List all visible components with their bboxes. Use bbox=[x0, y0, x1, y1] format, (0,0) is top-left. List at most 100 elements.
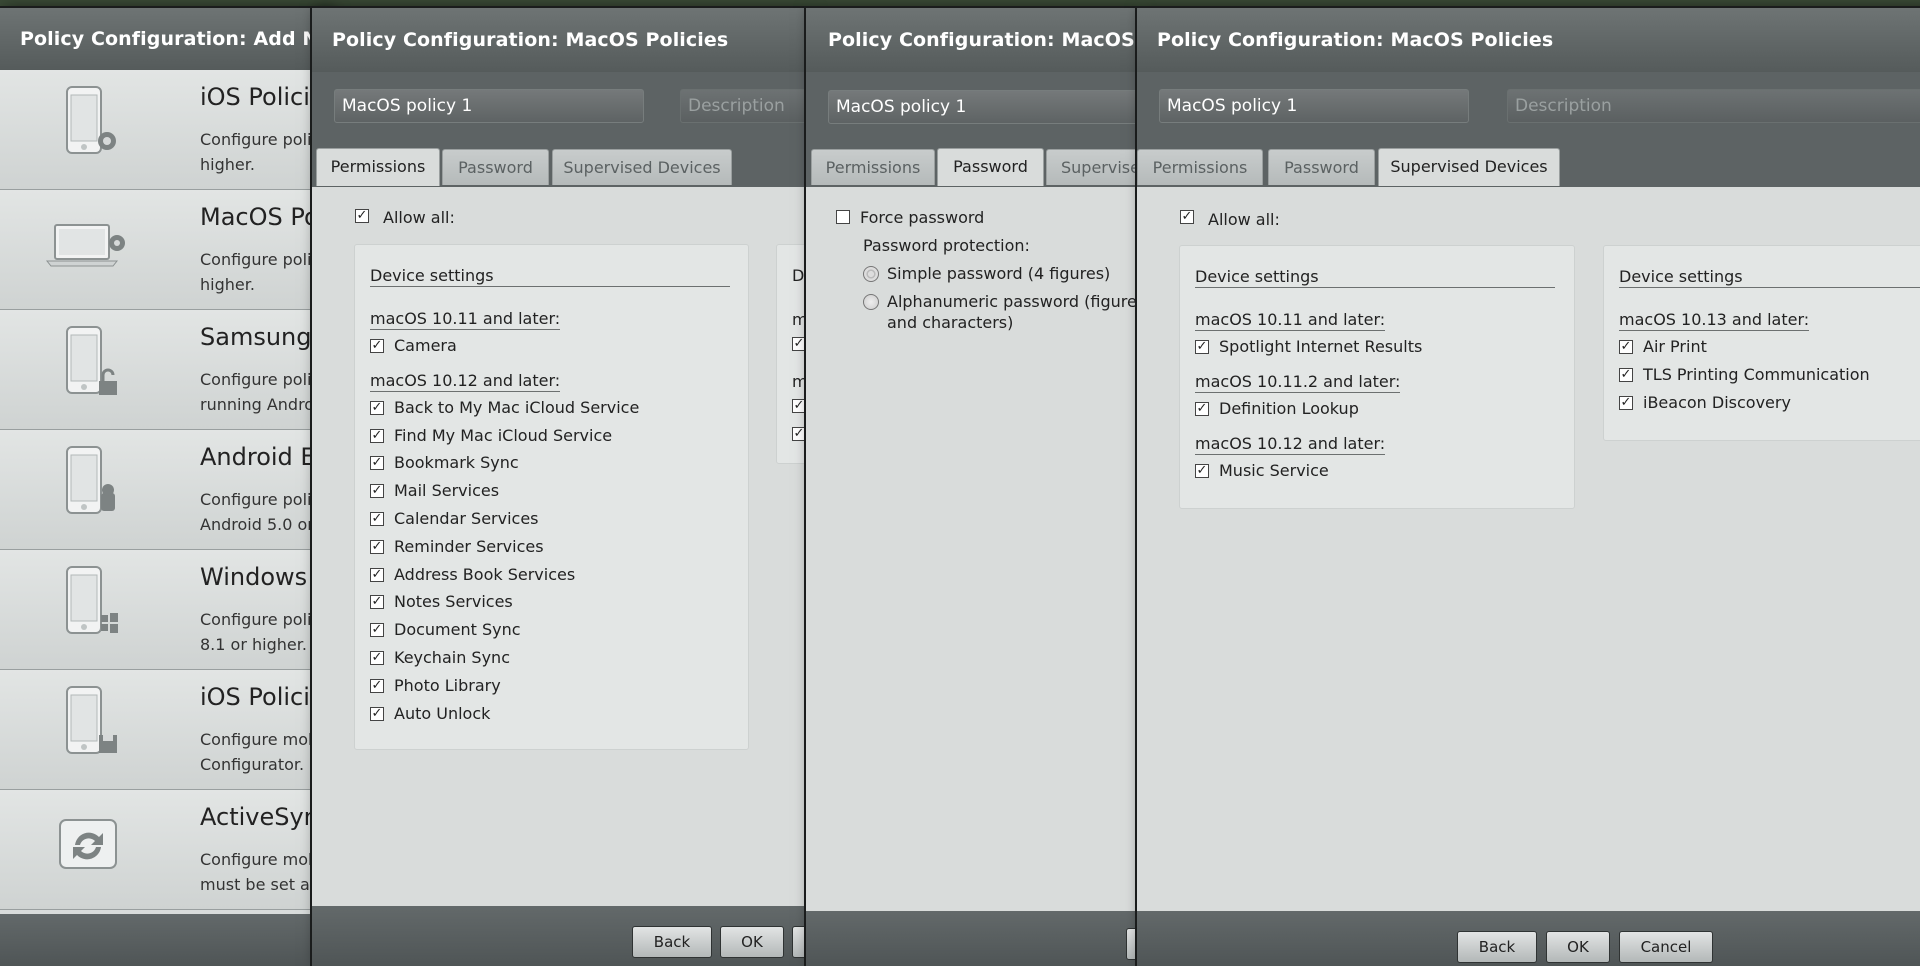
group-header: macOS 10.11.2 and later: bbox=[1195, 371, 1401, 393]
allow-all-label: Allow all: bbox=[1208, 210, 1280, 229]
policy-type-description: Configure poli Android 5.0 or bbox=[200, 487, 330, 537]
setting-checkbox[interactable]: ✓ bbox=[370, 339, 384, 353]
simple-password-radio[interactable] bbox=[863, 266, 879, 282]
setting-label: Calendar Services bbox=[394, 509, 539, 528]
setting-checkbox[interactable]: ✓ bbox=[1619, 395, 1633, 410]
alphanumeric-password-label-line2: and characters) bbox=[887, 313, 1014, 332]
window-title: Policy Configuration: Add New Policy bbox=[0, 8, 330, 70]
list-item[interactable]: ActiveSyn Configure mob must be set as bbox=[0, 790, 330, 910]
phone-android-icon bbox=[45, 445, 135, 535]
tab-password[interactable]: Password bbox=[442, 149, 549, 185]
list-item[interactable]: iOS Polici Configure mob Configurator. bbox=[0, 670, 330, 790]
alphanumeric-password-label: Alphanumeric password (figures bbox=[887, 292, 1136, 311]
setting-checkbox[interactable]: ✓ bbox=[370, 678, 384, 693]
cancel-button[interactable]: Cancel bbox=[1619, 931, 1713, 963]
back-button[interactable]: Back bbox=[632, 926, 712, 958]
policy-type-description: Configure poli running Andro bbox=[200, 367, 330, 417]
tab-password[interactable]: Password bbox=[1268, 149, 1375, 185]
allow-all-label: Allow all: bbox=[383, 208, 455, 227]
policy-name-input[interactable]: MacOS policy 1 bbox=[334, 89, 644, 123]
tab-password[interactable]: Password bbox=[937, 148, 1044, 186]
policy-type-description: Configure poli 8.1 or higher. bbox=[200, 607, 330, 657]
force-password-checkbox[interactable] bbox=[836, 210, 850, 224]
alphanumeric-password-radio[interactable] bbox=[863, 294, 879, 310]
setting-checkbox[interactable]: ✓ bbox=[1195, 401, 1209, 416]
policy-type-desc-line2: 8.1 or higher. bbox=[200, 635, 307, 654]
policy-type-title: Windows bbox=[200, 563, 308, 591]
setting-label: Spotlight Internet Results bbox=[1219, 337, 1423, 356]
allow-all-checkbox[interactable]: ✓ bbox=[1180, 210, 1194, 224]
setting-checkbox[interactable]: ✓ bbox=[370, 428, 384, 443]
policy-type-desc-line1: Configure mob bbox=[200, 730, 319, 749]
sync-icon bbox=[45, 805, 135, 895]
tab-supervised-devices[interactable]: Supervised Devices bbox=[1378, 148, 1560, 186]
policy-type-title: MacOS Po bbox=[200, 203, 319, 231]
policy-type-desc-line2: must be set as bbox=[200, 875, 319, 894]
panel2-checkbox-stub[interactable]: ✓ bbox=[792, 399, 806, 413]
policy-type-title: Android E bbox=[200, 443, 316, 471]
policy-type-desc-line1: Configure poli bbox=[200, 370, 312, 389]
policy-type-desc-line1: Configure poli bbox=[200, 250, 312, 269]
policy-name-input[interactable]: MacOS policy 1 bbox=[1159, 89, 1469, 123]
window-footer bbox=[806, 911, 1136, 966]
description-input[interactable]: Description bbox=[1507, 89, 1920, 123]
policy-type-description: Configure mob must be set as bbox=[200, 847, 330, 897]
ok-button[interactable]: OK bbox=[1546, 931, 1610, 963]
setting-checkbox[interactable]: ✓ bbox=[370, 567, 384, 582]
setting-checkbox[interactable]: ✓ bbox=[370, 400, 384, 415]
setting-checkbox[interactable]: ✓ bbox=[370, 706, 384, 721]
policy-type-title: ActiveSyn bbox=[200, 803, 319, 831]
policy-name-input[interactable]: MacOS policy 1 bbox=[828, 90, 1136, 124]
window-title: Policy Configuration: MacOS Policies bbox=[1137, 8, 1920, 72]
setting-label: Find My Mac iCloud Service bbox=[394, 425, 613, 445]
setting-label: TLS Printing Communication bbox=[1643, 364, 1870, 384]
policy-type-desc-line2: higher. bbox=[200, 275, 255, 294]
allow-all-checkbox[interactable]: ✓ bbox=[355, 209, 369, 223]
window-footer bbox=[0, 914, 330, 966]
force-password-label: Force password bbox=[860, 208, 985, 227]
ok-button[interactable]: OK bbox=[720, 926, 784, 958]
panel-title: Device settings bbox=[370, 266, 730, 287]
list-item[interactable]: MacOS Po Configure poli higher. bbox=[0, 190, 330, 310]
setting-checkbox[interactable]: ✓ bbox=[1195, 340, 1209, 354]
group-header: macOS 10.11 and later: bbox=[370, 309, 561, 330]
setting-label: Address Book Services bbox=[394, 564, 576, 584]
tab-permissions[interactable]: Permissions bbox=[811, 149, 935, 185]
policy-type-list: iOS Policies Configure poli higher. MacOS P… bbox=[0, 70, 330, 910]
supervised-devices-window: Policy Configuration: MacOS Policies Mac… bbox=[1137, 8, 1920, 966]
setting-checkbox[interactable]: ✓ bbox=[1619, 340, 1633, 354]
permissions-window: Policy Configuration: MacOS Policies Mac… bbox=[312, 8, 807, 966]
setting-checkbox[interactable]: ✓ bbox=[370, 623, 384, 638]
tab-permissions[interactable]: Permissions bbox=[316, 148, 440, 186]
tab-supervised-devices[interactable]: Supervise bbox=[1046, 149, 1136, 185]
policy-type-desc-line2: running Andro bbox=[200, 395, 315, 414]
panel-title: Device settings bbox=[1195, 267, 1555, 288]
setting-checkbox[interactable]: ✓ bbox=[370, 539, 384, 554]
list-item[interactable]: Android E Configure poli Android 5.0 or bbox=[0, 430, 330, 550]
setting-checkbox[interactable]: ✓ bbox=[370, 484, 384, 499]
list-item[interactable]: iOS Policies Configure poli higher. bbox=[0, 70, 330, 190]
setting-checkbox[interactable]: ✓ bbox=[370, 456, 384, 471]
list-item[interactable]: Windows Configure poli 8.1 or higher. bbox=[0, 550, 330, 670]
panel2-checkbox-stub[interactable]: ✓ bbox=[792, 337, 806, 351]
policy-type-desc-line1: Configure poli bbox=[200, 490, 312, 509]
background-strip bbox=[0, 0, 1920, 8]
panel2-checkbox-stub[interactable]: ✓ bbox=[792, 427, 806, 441]
policy-type-desc-line1: Configure poli bbox=[200, 130, 312, 149]
setting-checkbox[interactable]: ✓ bbox=[1619, 367, 1633, 382]
setting-checkbox[interactable]: ✓ bbox=[370, 512, 384, 526]
policy-type-desc-line2: higher. bbox=[200, 155, 255, 174]
ok-button-stub[interactable] bbox=[1126, 928, 1136, 960]
back-button[interactable]: Back bbox=[1457, 931, 1537, 963]
list-item[interactable]: Samsung Configure poli running Andro bbox=[0, 310, 330, 430]
setting-checkbox[interactable]: ✓ bbox=[1195, 463, 1209, 478]
group-header: macOS 10.12 and later: bbox=[370, 370, 561, 392]
setting-label: Music Service bbox=[1219, 460, 1329, 480]
cancel-button-stub[interactable] bbox=[792, 926, 807, 958]
description-input[interactable]: Description bbox=[680, 89, 807, 123]
tab-permissions[interactable]: Permissions bbox=[1137, 149, 1263, 185]
setting-checkbox[interactable]: ✓ bbox=[370, 595, 384, 610]
tab-supervised-devices[interactable]: Supervised Devices bbox=[552, 149, 732, 185]
setting-checkbox[interactable]: ✓ bbox=[370, 651, 384, 665]
phone-lock-icon bbox=[45, 325, 135, 415]
